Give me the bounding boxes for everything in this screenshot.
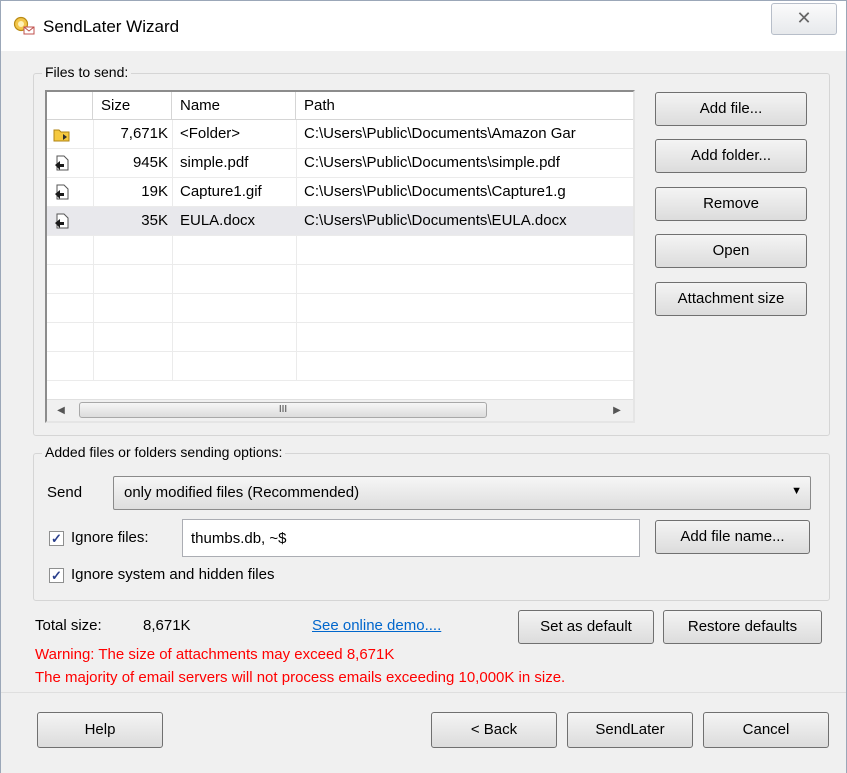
table-row[interactable]: 19K Capture1.gif C:\Users\Public\Documen… [47,178,633,207]
empty-row [47,323,633,352]
restore-defaults-button[interactable]: Restore defaults [663,610,822,644]
close-button[interactable]: ✕ [771,3,837,35]
file-icon [53,207,83,235]
column-header-path[interactable]: Path [296,92,633,119]
send-dropdown[interactable]: only modified files (Recommended) ▼ [113,476,811,510]
row-name: Capture1.gif [180,183,262,200]
column-header-name[interactable]: Name [172,92,296,119]
ignore-files-field[interactable] [182,519,640,557]
row-name: simple.pdf [180,154,249,171]
total-size-value: 8,671K [143,617,191,634]
back-button[interactable]: < Back [431,712,557,748]
scroll-left-icon[interactable]: ◀ [47,400,75,421]
ignore-files-input[interactable] [183,520,633,556]
table-row[interactable]: 945K simple.pdf C:\Users\Public\Document… [47,149,633,178]
help-button[interactable]: Help [37,712,163,748]
file-icon [53,178,83,206]
ignore-system-label: Ignore system and hidden files [71,566,275,583]
add-file-button[interactable]: Add file... [655,92,807,126]
chevron-down-icon: ▼ [791,485,802,497]
column-header-icon[interactable] [47,92,93,119]
scroll-right-icon[interactable]: ▶ [603,400,631,421]
row-size: 35K [141,212,168,229]
list-rows: 7,671K <Folder> C:\Users\Public\Document… [47,120,633,381]
folder-icon [53,120,83,148]
ignore-system-checkbox[interactable]: ✓ [49,568,64,583]
row-path: C:\Users\Public\Documents\Capture1.g [304,183,566,200]
column-header-size[interactable]: Size [93,92,172,119]
list-header: Size Name Path [47,92,633,120]
sending-options-label: Added files or folders sending options: [42,444,286,460]
add-file-name-button[interactable]: Add file name... [655,520,810,554]
online-demo-link[interactable]: See online demo.... [312,617,441,634]
row-path: C:\Users\Public\Documents\simple.pdf [304,154,560,171]
row-path: C:\Users\Public\Documents\Amazon Gar [304,125,576,142]
app-icon [13,16,35,36]
wizard-window: SendLater Wizard ✕ Files to send: Size N… [0,0,847,773]
ignore-files-checkbox[interactable]: ✓ [49,531,64,546]
row-size: 7,671K [120,125,168,142]
set-as-default-button[interactable]: Set as default [518,610,654,644]
send-dropdown-value: only modified files (Recommended) [124,484,360,501]
add-folder-button[interactable]: Add folder... [655,139,807,173]
send-label: Send [47,484,83,501]
title-bar: SendLater Wizard ✕ [1,1,846,51]
files-to-send-label: Files to send: [42,64,132,80]
row-size: 19K [141,183,168,200]
row-name: <Folder> [180,125,241,142]
empty-row [47,352,633,381]
scroll-thumb[interactable]: III [79,402,487,418]
row-path: C:\Users\Public\Documents\EULA.docx [304,212,567,229]
total-size-label: Total size: [35,617,102,634]
files-list[interactable]: Size Name Path 7,671K <Folder> C:\Users\… [45,90,635,423]
attachment-size-button[interactable]: Attachment size [655,282,807,316]
empty-row [47,294,633,323]
window-title: SendLater Wizard [43,17,180,36]
sendlater-button[interactable]: SendLater [567,712,693,748]
open-button[interactable]: Open [655,234,807,268]
cancel-button[interactable]: Cancel [703,712,829,748]
row-name: EULA.docx [180,212,256,229]
horizontal-scrollbar[interactable]: ◀ III ▶ [47,399,633,421]
empty-row [47,265,633,294]
row-size: 945K [132,154,168,171]
table-row[interactable]: 7,671K <Folder> C:\Users\Public\Document… [47,120,633,149]
server-limit-warning: The majority of email servers will not p… [35,669,566,686]
close-icon: ✕ [796,8,812,28]
size-warning: Warning: The size of attachments may exc… [35,646,395,663]
empty-row [47,236,633,265]
ignore-files-label: Ignore files: [71,529,149,546]
remove-button[interactable]: Remove [655,187,807,221]
scroll-grip-icon: III [278,404,288,415]
file-icon [53,149,83,177]
table-row[interactable]: 35K EULA.docx C:\Users\Public\Documents\… [47,207,633,236]
